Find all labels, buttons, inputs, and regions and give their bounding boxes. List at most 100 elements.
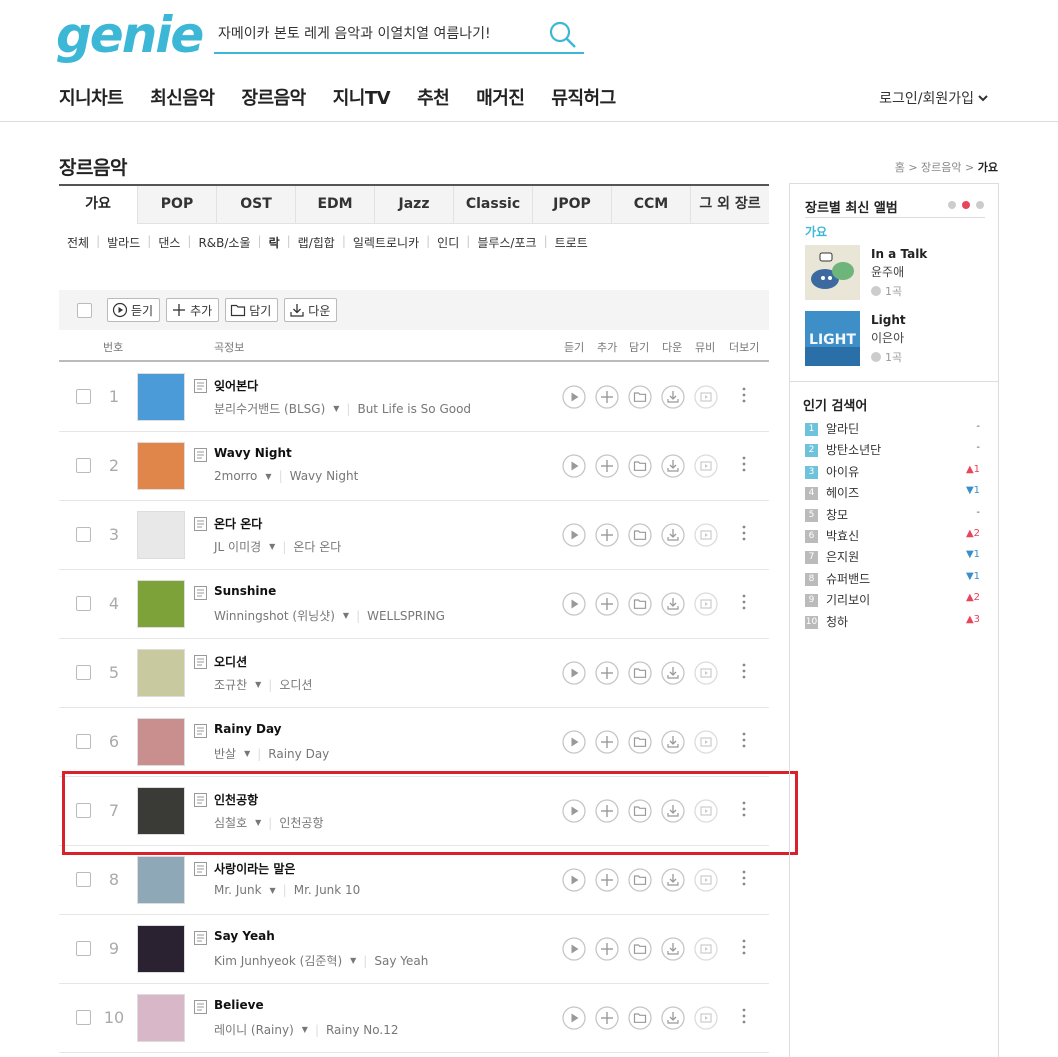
- song-row[interactable]: 8 사랑이라는 말은 Mr. Junk ▼ | Mr. Junk 10: [59, 846, 769, 915]
- more-options-icon[interactable]: [740, 523, 748, 543]
- popular-search-item[interactable]: 2 방탄소년단 -: [805, 441, 985, 462]
- song-album[interactable]: Say Yeah: [374, 954, 428, 968]
- lyrics-icon[interactable]: [194, 379, 207, 393]
- search-keyword[interactable]: 청하: [826, 613, 848, 630]
- artist-dropdown-icon[interactable]: ▼: [333, 404, 339, 413]
- save-selected-button[interactable]: 담기: [225, 298, 279, 322]
- artist-dropdown-icon[interactable]: ▼: [350, 956, 356, 965]
- nav-chart[interactable]: 지니차트: [59, 84, 124, 110]
- song-title[interactable]: Wavy Night: [214, 446, 292, 460]
- subgenre-all[interactable]: 전체: [67, 234, 96, 251]
- song-checkbox[interactable]: [76, 389, 91, 404]
- plus-icon[interactable]: [595, 937, 619, 961]
- song-artist[interactable]: Kim Junhyeok (김준혁): [214, 952, 342, 969]
- search-keyword[interactable]: 방탄소년단: [826, 441, 881, 458]
- login-link[interactable]: 로그인/회원가입: [879, 88, 988, 108]
- plus-icon[interactable]: [595, 592, 619, 616]
- tab-pop[interactable]: POP: [137, 186, 216, 224]
- song-checkbox[interactable]: [76, 941, 91, 956]
- video-icon[interactable]: [694, 1006, 718, 1030]
- play-icon[interactable]: [562, 730, 586, 754]
- song-album[interactable]: Mr. Junk 10: [294, 883, 361, 897]
- more-options-icon[interactable]: [740, 592, 748, 612]
- album-item[interactable]: LIGHT Light 이은아 1곡: [805, 311, 995, 367]
- song-album[interactable]: Rainy No.12: [326, 1023, 398, 1037]
- popular-search-item[interactable]: 4 헤이즈 ▼1: [805, 484, 985, 505]
- carousel-dot[interactable]: [948, 201, 956, 209]
- tab-edm[interactable]: EDM: [295, 186, 374, 224]
- song-artist[interactable]: Winningshot (위닝샷): [214, 607, 335, 624]
- download-icon[interactable]: [661, 523, 685, 547]
- play-icon[interactable]: [562, 385, 586, 409]
- video-icon[interactable]: [694, 454, 718, 478]
- search-keyword[interactable]: 창모: [826, 506, 848, 523]
- sidebar-genre-label[interactable]: 가요: [805, 223, 827, 240]
- more-options-icon[interactable]: [740, 1006, 748, 1026]
- album-art[interactable]: [137, 442, 185, 490]
- song-title[interactable]: 잊어본다: [214, 377, 258, 394]
- song-row[interactable]: 1 잊어본다 분리수거밴드 (BLSG) ▼ | But Life is So Good: [59, 363, 769, 432]
- more-options-icon[interactable]: [740, 454, 748, 474]
- folder-icon[interactable]: [628, 592, 652, 616]
- select-all-checkbox[interactable]: [77, 302, 92, 318]
- folder-icon[interactable]: [628, 454, 652, 478]
- popular-search-item[interactable]: 10 청하 ▲3: [805, 613, 985, 634]
- song-checkbox[interactable]: [76, 596, 91, 611]
- nav-music-hug[interactable]: 뮤직허그: [551, 84, 616, 110]
- album-art[interactable]: [137, 649, 185, 697]
- album-art[interactable]: [137, 511, 185, 559]
- lyrics-icon[interactable]: [194, 931, 207, 945]
- lyrics-icon[interactable]: [194, 724, 207, 738]
- folder-icon[interactable]: [628, 868, 652, 892]
- download-icon[interactable]: [661, 937, 685, 961]
- tab-ost[interactable]: OST: [216, 186, 295, 224]
- song-title[interactable]: 온다 온다: [214, 515, 262, 532]
- song-row[interactable]: 5 오디션 조규찬 ▼ | 오디션: [59, 639, 769, 708]
- subgenre-dance[interactable]: 댄스: [151, 234, 187, 251]
- play-icon[interactable]: [562, 661, 586, 685]
- album-art[interactable]: [137, 373, 185, 421]
- search-input[interactable]: [214, 16, 534, 50]
- plus-icon[interactable]: [595, 730, 619, 754]
- folder-icon[interactable]: [628, 385, 652, 409]
- song-album[interactable]: Wavy Night: [290, 469, 359, 483]
- subgenre-indie[interactable]: 인디: [430, 234, 466, 251]
- play-icon[interactable]: [562, 1006, 586, 1030]
- video-icon[interactable]: [694, 868, 718, 892]
- song-artist[interactable]: 레이니 (Rainy): [214, 1021, 294, 1038]
- plus-icon[interactable]: [595, 1006, 619, 1030]
- song-title[interactable]: 오디션: [214, 653, 247, 670]
- video-icon[interactable]: [694, 937, 718, 961]
- album-art[interactable]: [137, 718, 185, 766]
- more-options-icon[interactable]: [740, 937, 748, 957]
- search-icon[interactable]: [548, 20, 578, 50]
- play-icon[interactable]: [562, 523, 586, 547]
- lyrics-icon[interactable]: [194, 862, 207, 876]
- add-selected-button[interactable]: 추가: [166, 298, 220, 322]
- plus-icon[interactable]: [595, 661, 619, 685]
- video-icon[interactable]: [694, 592, 718, 616]
- album-art[interactable]: [137, 580, 185, 628]
- plus-icon[interactable]: [595, 868, 619, 892]
- more-options-icon[interactable]: [740, 868, 748, 888]
- play-icon[interactable]: [562, 868, 586, 892]
- video-icon[interactable]: [694, 385, 718, 409]
- plus-icon[interactable]: [595, 454, 619, 478]
- nav-recommend[interactable]: 추천: [417, 84, 450, 110]
- more-options-icon[interactable]: [740, 730, 748, 750]
- lyrics-icon[interactable]: [194, 1000, 207, 1014]
- artist-dropdown-icon[interactable]: ▼: [270, 886, 276, 895]
- artist-dropdown-icon[interactable]: ▼: [255, 680, 261, 689]
- more-options-icon[interactable]: [740, 385, 748, 405]
- lyrics-icon[interactable]: [194, 655, 207, 669]
- folder-icon[interactable]: [628, 661, 652, 685]
- carousel-dot[interactable]: [976, 201, 984, 209]
- nav-genre[interactable]: 장르음악: [242, 84, 307, 110]
- folder-icon[interactable]: [628, 937, 652, 961]
- lyrics-icon[interactable]: [194, 586, 207, 600]
- breadcrumb-genre[interactable]: 장르음악: [921, 161, 961, 174]
- subgenre-electronica[interactable]: 일렉트로니카: [346, 234, 426, 251]
- subgenre-blues-folk[interactable]: 블루스/포크: [470, 234, 543, 251]
- plus-icon[interactable]: [595, 385, 619, 409]
- song-title[interactable]: Rainy Day: [214, 722, 282, 736]
